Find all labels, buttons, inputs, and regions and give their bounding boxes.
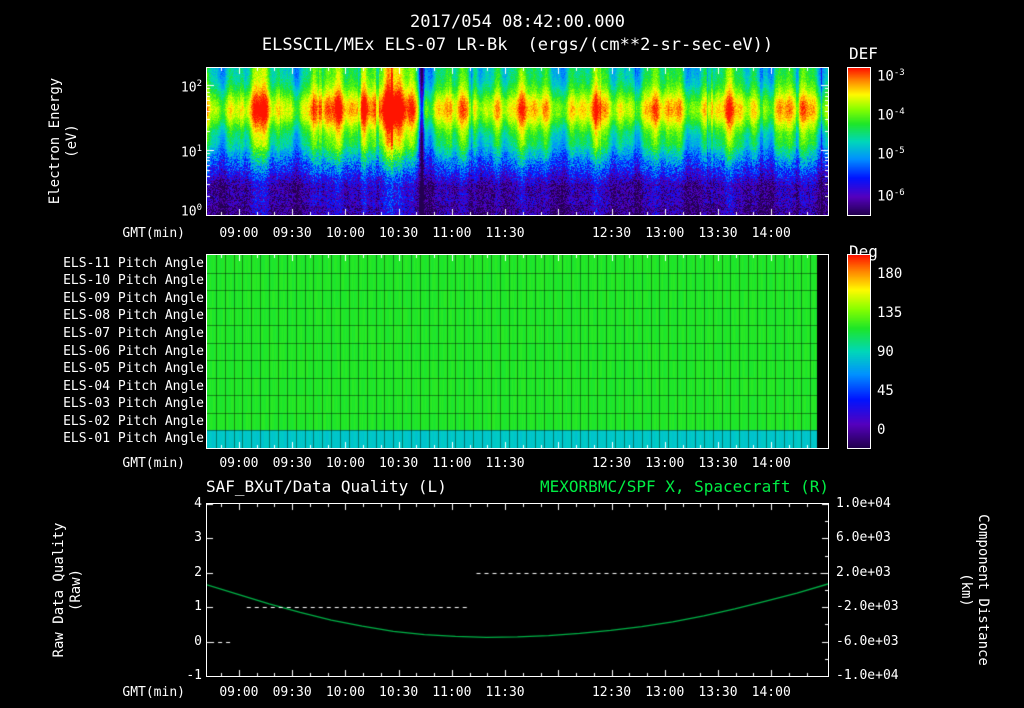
electron-energy-axis-label: Electron Energy (eV) bbox=[47, 51, 81, 231]
title-line: ELSSCIL/MEx ELS-07 LR-Bk (ergs/(cm**2-sr-… bbox=[206, 35, 829, 55]
time-tick-label: 09:30 bbox=[272, 456, 312, 471]
quality-tick-label: -1 bbox=[186, 668, 202, 683]
def-colorbar-tick-label: 10-3 bbox=[877, 68, 905, 85]
time-tick-label: 10:00 bbox=[325, 685, 365, 700]
time-tick-label: 13:30 bbox=[698, 226, 738, 241]
time-tick-label: 10:00 bbox=[325, 456, 365, 471]
time-tick-label: 14:00 bbox=[751, 685, 791, 700]
raw-data-quality-axis-label-line1: Raw Data Quality bbox=[51, 522, 67, 658]
time-tick-label: 13:30 bbox=[698, 685, 738, 700]
def-colorbar-canvas bbox=[848, 68, 870, 215]
time-tick-label: 11:00 bbox=[432, 685, 472, 700]
timestamp: 2017/054 08:42:00.000 bbox=[410, 12, 625, 32]
gmt-axis-label-bottom: GMT(min) bbox=[122, 685, 185, 700]
time-tick-label: 09:30 bbox=[272, 685, 312, 700]
time-tick-label: 14:00 bbox=[751, 456, 791, 471]
time-tick-label: 11:30 bbox=[485, 685, 525, 700]
deg-colorbar-canvas bbox=[848, 255, 870, 448]
raw-data-quality-axis-label-line2: (Raw) bbox=[68, 568, 84, 612]
distance-tick-label: 1.0e+04 bbox=[836, 496, 891, 511]
electron-energy-spectrogram-panel bbox=[206, 67, 829, 216]
quality-distance-panel bbox=[206, 503, 829, 677]
spacecraft-x-series-title: MEXORBMC/SPF X, Spacecraft (R) bbox=[540, 477, 829, 496]
pitch-row-label: ELS-05 Pitch Angle bbox=[63, 361, 204, 377]
deg-colorbar-tick-label: 135 bbox=[877, 305, 903, 321]
distance-tick-label: -2.0e+03 bbox=[836, 599, 899, 615]
line-chart-canvas bbox=[207, 504, 828, 676]
pitch-row-label: ELS-07 Pitch Angle bbox=[63, 325, 204, 341]
def-colorbar bbox=[847, 67, 871, 216]
pitch-row-label: ELS-11 Pitch Angle bbox=[63, 255, 204, 271]
time-tick-label: 09:00 bbox=[219, 456, 259, 471]
deg-colorbar-tick-label: 0 bbox=[877, 422, 886, 438]
def-colorbar-tick-label: 10-4 bbox=[877, 107, 905, 124]
distance-tick-label: -6.0e+03 bbox=[836, 633, 899, 649]
time-tick-label: 10:30 bbox=[379, 685, 419, 700]
pitch-angle-panel bbox=[206, 254, 829, 449]
spectrogram-canvas bbox=[207, 68, 828, 215]
energy-tick-label: 100 bbox=[180, 203, 202, 220]
time-tick-label: 11:30 bbox=[485, 226, 525, 241]
distance-tick-label: -1.0e+04 bbox=[836, 668, 899, 683]
time-tick-label: 11:00 bbox=[432, 456, 472, 471]
gmt-axis-label-pitch: GMT(min) bbox=[122, 456, 185, 471]
quality-tick-label: 3 bbox=[194, 530, 202, 546]
pitch-row-label: ELS-04 Pitch Angle bbox=[63, 378, 204, 394]
instrument-title: ELSSCIL/MEx ELS-07 LR-Bk bbox=[261, 35, 508, 55]
time-tick-label: 10:30 bbox=[379, 456, 419, 471]
time-tick-label: 11:00 bbox=[432, 226, 472, 241]
def-colorbar-tick-label: 10-6 bbox=[877, 188, 905, 205]
deg-colorbar-tick-label: 90 bbox=[877, 344, 894, 360]
time-tick-label: 13:30 bbox=[698, 456, 738, 471]
time-tick-label: 10:30 bbox=[379, 226, 419, 241]
def-colorbar-tick-label: 10-5 bbox=[877, 146, 905, 163]
els-quicklook-display: 2017/054 08:42:00.000 ELSSCIL/MEx ELS-07… bbox=[0, 0, 1024, 708]
pitch-row-label: ELS-02 Pitch Angle bbox=[63, 413, 204, 429]
component-distance-axis-label-line1: Component Distance bbox=[975, 514, 991, 666]
pitch-row-label: ELS-06 Pitch Angle bbox=[63, 343, 204, 359]
units-label: (ergs/(cm**2-sr-sec-eV)) bbox=[527, 35, 774, 55]
deg-colorbar-tick-label: 45 bbox=[877, 383, 894, 399]
quality-tick-label: 4 bbox=[194, 496, 202, 511]
component-distance-axis-label-line2: (km) bbox=[958, 573, 974, 607]
energy-tick-label: 102 bbox=[180, 79, 202, 96]
deg-colorbar-tick-label: 180 bbox=[877, 266, 903, 282]
component-distance-axis-label: Component Distance (km) bbox=[957, 480, 991, 700]
quality-tick-label: 1 bbox=[194, 599, 202, 615]
time-tick-label: 10:00 bbox=[325, 226, 365, 241]
raw-data-quality-axis-label: Raw Data Quality (Raw) bbox=[51, 490, 85, 690]
time-tick-label: 09:00 bbox=[219, 226, 259, 241]
deg-colorbar bbox=[847, 254, 871, 449]
pitch-row-label: ELS-03 Pitch Angle bbox=[63, 396, 204, 412]
time-tick-label: 12:30 bbox=[591, 456, 632, 471]
time-tick-label: 12:30 bbox=[591, 226, 632, 241]
distance-tick-label: 6.0e+03 bbox=[836, 530, 891, 546]
pitch-row-label: ELS-09 Pitch Angle bbox=[63, 290, 204, 306]
time-tick-label: 12:30 bbox=[591, 685, 632, 700]
gmt-axis-label-spectrogram: GMT(min) bbox=[122, 226, 185, 241]
time-tick-label: 13:00 bbox=[645, 456, 685, 471]
pitch-row-label: ELS-10 Pitch Angle bbox=[63, 273, 204, 289]
time-tick-label: 14:00 bbox=[751, 226, 791, 241]
quality-tick-label: 0 bbox=[194, 633, 202, 649]
pitch-row-label: ELS-08 Pitch Angle bbox=[63, 308, 204, 324]
electron-energy-axis-label-line2: (eV) bbox=[64, 124, 80, 158]
electron-energy-axis-label-line1: Electron Energy bbox=[47, 77, 63, 205]
time-tick-label: 11:30 bbox=[485, 456, 525, 471]
distance-tick-label: 2.0e+03 bbox=[836, 564, 891, 580]
energy-tick-label: 101 bbox=[180, 144, 202, 161]
time-tick-label: 13:00 bbox=[645, 226, 685, 241]
pitch-angle-canvas bbox=[207, 255, 828, 448]
time-tick-label: 09:30 bbox=[272, 226, 312, 241]
pitch-row-label: ELS-01 Pitch Angle bbox=[63, 431, 204, 447]
def-colorbar-title: DEF bbox=[849, 44, 878, 63]
quality-tick-label: 2 bbox=[194, 564, 202, 580]
time-tick-label: 09:00 bbox=[219, 685, 259, 700]
time-tick-label: 13:00 bbox=[645, 685, 685, 700]
